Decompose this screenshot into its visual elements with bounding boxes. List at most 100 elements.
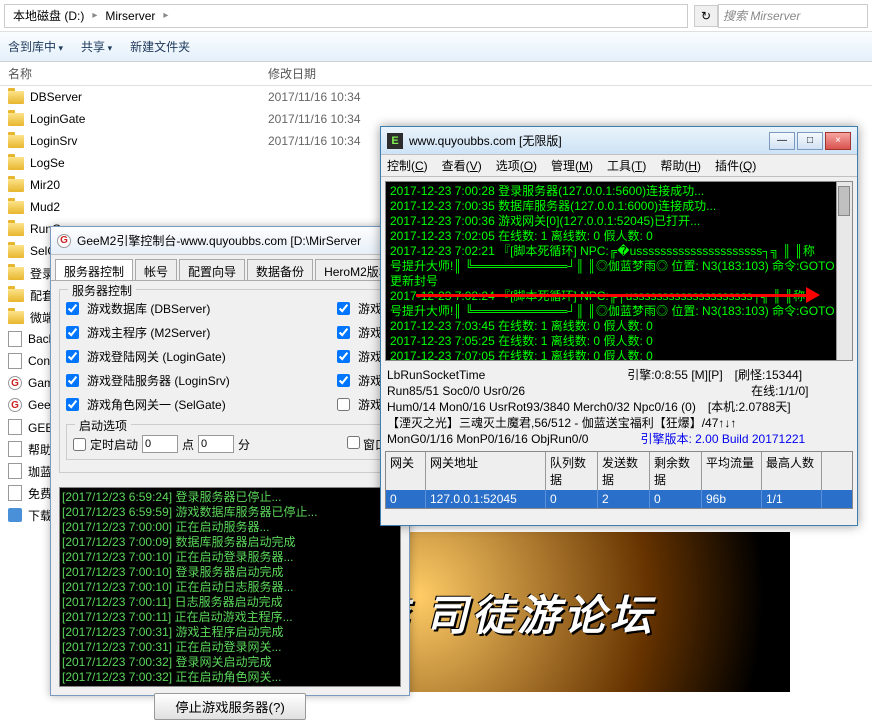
folder-icon	[8, 135, 24, 148]
quyou-titlebar[interactable]: E www.quyoubbs.com [无限版] — □ ×	[381, 127, 857, 155]
tab-config-wizard[interactable]: 配置向导	[179, 259, 245, 280]
search-input[interactable]: 搜索 Mirserver	[718, 4, 868, 28]
geem2-titlebar[interactable]: G GeeM2引擎控制台-www.quyoubbs.com [D:\MirSer…	[51, 227, 409, 255]
crumb-0[interactable]: 本地磁盘 (D:)	[9, 7, 88, 24]
grid-row[interactable]: 0127.0.0.1:5204502096b1/1	[386, 490, 852, 508]
service-right-checkbox[interactable]	[337, 302, 350, 315]
col-name[interactable]: 名称	[8, 65, 268, 82]
txt-icon	[8, 353, 22, 369]
service-checkbox[interactable]	[66, 350, 79, 363]
txt-icon	[8, 331, 22, 347]
service-right-checkbox[interactable]	[337, 374, 350, 387]
quyou-engine-window: E www.quyoubbs.com [无限版] — □ × 控制(C) 查看(V…	[380, 126, 858, 526]
menu-C[interactable]: 控制(C)	[387, 157, 428, 174]
service-checkbox[interactable]	[66, 326, 79, 339]
folder-icon	[8, 179, 24, 192]
folder-icon	[8, 267, 24, 280]
minute-spinner[interactable]: 0	[198, 435, 234, 453]
explorer-toolbar: 含到库中 共享 新建文件夹	[0, 32, 872, 62]
geem2-tabs: 服务器控制 帐号 配置向导 数据备份 HeroM2版本	[51, 255, 409, 281]
service-label: 游戏登陆网关 (LoginGate)	[87, 348, 333, 365]
menu-H[interactable]: 帮助(H)	[660, 157, 701, 174]
service-right-checkbox[interactable]	[337, 398, 350, 411]
breadcrumb[interactable]: 本地磁盘 (D:) ▸ Mirserver ▸	[4, 4, 688, 28]
folder-icon	[8, 311, 24, 324]
txt-icon	[8, 441, 22, 457]
server-control-group: 服务器控制 游戏数据库 (DBServer)游戏网游戏主程序 (M2Server…	[59, 289, 401, 473]
include-lib-button[interactable]: 含到库中	[8, 38, 63, 55]
col-date[interactable]: 修改日期	[268, 65, 408, 82]
menu-T[interactable]: 工具(T)	[607, 157, 646, 174]
folder-icon	[8, 245, 24, 258]
txt-icon	[8, 419, 22, 435]
share-button[interactable]: 共享	[81, 38, 112, 55]
service-right-checkbox[interactable]	[337, 326, 350, 339]
red-arrow-annotation	[416, 294, 816, 297]
service-label: 游戏数据库 (DBServer)	[87, 300, 333, 317]
quyou-title: www.quyoubbs.com [无限版]	[409, 132, 763, 149]
service-checkbox[interactable]	[66, 302, 79, 315]
crumb-1[interactable]: Mirserver	[101, 9, 159, 23]
tab-server-control[interactable]: 服务器控制	[55, 259, 133, 280]
service-checkbox[interactable]	[66, 374, 79, 387]
service-label: 游戏主程序 (M2Server)	[87, 324, 333, 341]
file-row[interactable]: DBServer 2017/11/16 10:34	[0, 86, 872, 108]
hour-spinner[interactable]: 0	[142, 435, 178, 453]
menu-Q[interactable]: 插件(Q)	[715, 157, 756, 174]
dl-icon	[8, 508, 22, 522]
service-right-checkbox[interactable]	[337, 350, 350, 363]
geem2-app-icon: G	[57, 234, 71, 248]
close-button[interactable]: ×	[825, 132, 851, 150]
scrollbar[interactable]	[836, 182, 852, 360]
quyou-log-terminal[interactable]: 2017-12-23 7:00:28 登录服务器(127.0.0.1:5600)…	[385, 181, 853, 361]
geem2-console-window: G GeeM2引擎控制台-www.quyoubbs.com [D:\MirSer…	[50, 226, 410, 696]
geem2-title: GeeM2引擎控制台-www.quyoubbs.com [D:\MirServe…	[77, 232, 403, 249]
new-folder-button[interactable]: 新建文件夹	[130, 38, 190, 55]
menu-V[interactable]: 查看(V)	[442, 157, 482, 174]
maximize-button[interactable]: □	[797, 132, 823, 150]
tab-account[interactable]: 帐号	[135, 259, 177, 280]
minimize-button[interactable]: —	[769, 132, 795, 150]
file-name: Mir20	[30, 178, 60, 192]
quyou-menubar: 控制(C) 查看(V) 选项(O) 管理(M) 工具(T) 帮助(H) 插件(Q)	[381, 155, 857, 177]
folder-icon	[8, 113, 24, 126]
menu-O[interactable]: 选项(O)	[496, 157, 537, 174]
g-icon: G	[8, 376, 22, 390]
file-name: LoginSrv	[30, 134, 77, 148]
explorer-address-bar: 本地磁盘 (D:) ▸ Mirserver ▸ ↻ 搜索 Mirserver	[0, 0, 872, 32]
launch-title: 启动选项	[75, 417, 131, 434]
timed-launch-label: 定时启动	[90, 436, 138, 453]
column-headers[interactable]: 名称 修改日期	[0, 62, 872, 86]
folder-icon	[8, 157, 24, 170]
window-checkbox[interactable]	[347, 436, 360, 449]
engine-stats: LbRunSocketTime引擎:0:8:55 [M][P][刷怪:15344…	[381, 365, 857, 449]
crumb-sep: ▸	[159, 10, 172, 21]
timed-launch-checkbox[interactable]	[73, 438, 86, 451]
file-date: 2017/11/16 10:34	[268, 112, 408, 126]
tab-backup[interactable]: 数据备份	[247, 259, 313, 280]
stop-server-button[interactable]: 停止游戏服务器(?)	[154, 693, 306, 720]
folder-icon	[8, 91, 24, 104]
file-name: DBServer	[30, 90, 82, 104]
grid-header[interactable]: 网关网关地址队列数据发送数据剩余数据平均流量最高人数	[386, 452, 852, 490]
service-label: 游戏登陆服务器 (LoginSrv)	[87, 372, 333, 389]
group-title: 服务器控制	[68, 282, 136, 299]
crumb-sep: ▸	[88, 10, 101, 21]
refresh-button[interactable]: ↻	[694, 5, 718, 27]
txt-icon	[8, 485, 22, 501]
folder-icon	[8, 201, 24, 214]
folder-icon	[8, 289, 24, 302]
file-date: 2017/11/16 10:34	[268, 90, 408, 104]
gateway-grid: 网关网关地址队列数据发送数据剩余数据平均流量最高人数 0127.0.0.1:52…	[385, 451, 853, 509]
file-name: LogSe	[30, 156, 65, 170]
g-icon: G	[8, 398, 22, 412]
scroll-thumb[interactable]	[838, 186, 850, 216]
service-label: 游戏角色网关一 (SelGate)	[87, 396, 333, 413]
geem2-log-terminal[interactable]: [2017/12/23 6:59:24] 登录服务器已停止...[2017/12…	[59, 487, 401, 687]
service-checkbox[interactable]	[66, 398, 79, 411]
menu-M[interactable]: 管理(M)	[551, 157, 593, 174]
txt-icon	[8, 463, 22, 479]
folder-icon	[8, 223, 24, 236]
file-name: LoginGate	[30, 112, 85, 126]
engine-app-icon: E	[387, 133, 403, 149]
